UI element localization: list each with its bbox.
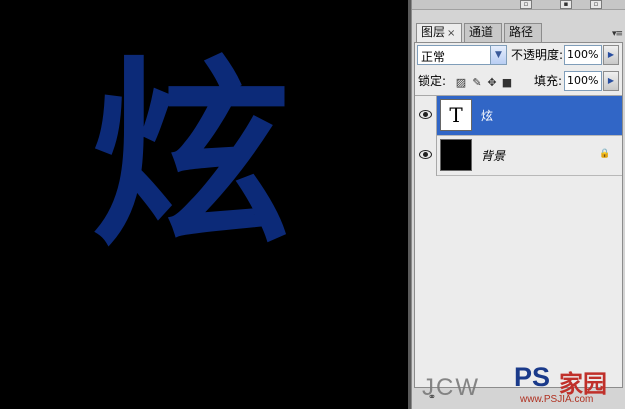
layers-panel: ▫ ▪ ▫ 图层 × 通道 路径 ▾≡ 正常 ▼ 不透明度: 100% ▶ 锁定:… (411, 0, 625, 409)
tab-layers-label: 图层 (421, 25, 446, 39)
background-layer-thumbnail (440, 139, 472, 171)
panel-dock-bar: ▫ ▪ ▫ (412, 0, 625, 10)
panel-dock-icon[interactable]: ▫ (520, 0, 532, 9)
fill-input[interactable]: 100% (564, 71, 602, 91)
opacity-label: 不透明度: (511, 48, 564, 62)
layer-name[interactable]: 背景 (481, 147, 505, 164)
document-canvas[interactable]: 炫 (0, 0, 408, 409)
panel-dock-icon-2[interactable]: ▪ (560, 0, 572, 9)
tab-paths-label: 路径 (509, 25, 534, 39)
layer-row-background[interactable]: 背景 🔒 (415, 136, 622, 176)
tab-channels-label: 通道 (469, 25, 494, 39)
opacity-slider-button[interactable]: ▶ (603, 45, 619, 65)
layers-panel-body: 正常 ▼ 不透明度: 100% ▶ 锁定: ▨ ✎ ✥ ■ 填充: 100% ▶… (414, 42, 623, 388)
lock-all-icon[interactable]: ■ (501, 77, 513, 89)
lock-icon: 🔒 (599, 149, 611, 159)
visibility-toggle[interactable] (415, 96, 437, 136)
fill-label: 填充: (534, 74, 563, 88)
close-icon[interactable]: × (447, 28, 455, 39)
panel-menu-icon[interactable]: ▾≡ (612, 29, 623, 39)
panel-footer: ⚭ (414, 388, 623, 409)
lock-move-icon[interactable]: ✥ (486, 77, 498, 89)
text-layer-thumbnail: T (440, 99, 472, 131)
visibility-toggle[interactable] (415, 136, 437, 176)
blend-mode-value: 正常 (421, 50, 446, 64)
tab-paths[interactable]: 路径 (504, 23, 542, 42)
layer-name[interactable]: 炫 (481, 107, 493, 124)
blend-mode-select[interactable]: 正常 ▼ (417, 45, 507, 65)
canvas-text-glyph: 炫 (90, 40, 291, 273)
link-layers-icon[interactable]: ⚭ (424, 390, 440, 405)
tab-layers[interactable]: 图层 × (416, 23, 462, 43)
eye-icon (419, 150, 432, 159)
layer-row-text[interactable]: T 炫 (415, 96, 622, 136)
eye-icon (419, 110, 432, 119)
opacity-input[interactable]: 100% (564, 45, 602, 65)
chevron-down-icon: ▼ (490, 46, 506, 64)
lock-paint-icon[interactable]: ✎ (471, 77, 483, 89)
lock-transparent-icon[interactable]: ▨ (455, 77, 467, 89)
layers-list: T 炫 背景 🔒 (415, 95, 622, 375)
panel-dock-icon-3[interactable]: ▫ (590, 0, 602, 9)
panel-tabs: 图层 × 通道 路径 (416, 23, 622, 43)
tab-channels[interactable]: 通道 (464, 23, 502, 42)
lock-label: 锁定: (418, 74, 447, 88)
fill-slider-button[interactable]: ▶ (603, 71, 619, 91)
